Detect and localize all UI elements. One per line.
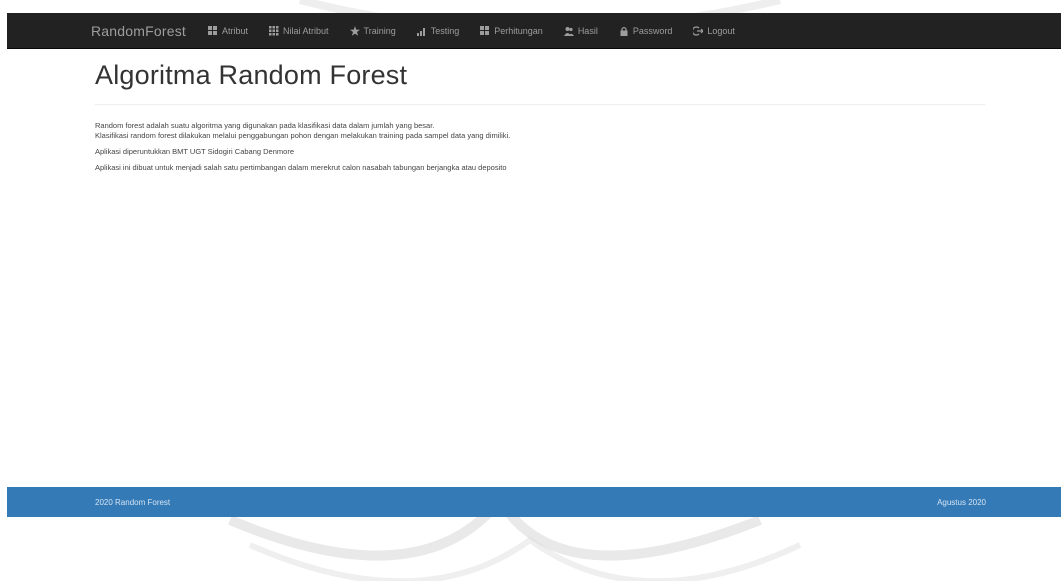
- nav-item-label: Logout: [707, 25, 735, 36]
- nav-item-label: Atribut: [222, 25, 249, 36]
- footer-date: Agustus 2020: [937, 497, 986, 507]
- logout-icon: [693, 25, 704, 36]
- nav-item-atribut[interactable]: Atribut: [208, 25, 249, 36]
- page-footer: 2020 Random Forest Agustus 2020: [7, 487, 1061, 517]
- nav-item-password[interactable]: Password: [619, 25, 673, 36]
- nav-item-training[interactable]: Training: [349, 25, 396, 36]
- paragraph-line: Random forest adalah suatu algoritma yan…: [95, 121, 435, 130]
- nav-item-testing[interactable]: Testing: [416, 25, 460, 36]
- paragraph-description: Random forest adalah suatu algoritma yan…: [95, 121, 985, 141]
- nav-item-label: Testing: [430, 25, 460, 36]
- title-divider: [95, 104, 985, 105]
- nav-item-perhitungan[interactable]: Perhitungan: [480, 25, 543, 36]
- navbar-brand[interactable]: RandomForest: [91, 23, 186, 39]
- paragraph-line: Aplikasi diperuntukkan BMT UGT Sidogiri …: [95, 147, 294, 156]
- nav-item-logout[interactable]: Logout: [693, 26, 735, 36]
- nav-item-label: Perhitungan: [494, 25, 543, 36]
- signal-icon: [416, 27, 425, 36]
- nav-item-label: Nilai Atribut: [283, 25, 329, 36]
- paragraph-purpose: Aplikasi ini dibuat untuk menjadi salah …: [95, 163, 985, 173]
- main-content: Algoritma Random Forest Random forest ad…: [95, 60, 985, 179]
- users-icon: [563, 26, 574, 36]
- nav-item-hasil[interactable]: Hasil: [563, 25, 598, 36]
- nav-item-label: Hasil: [577, 25, 598, 36]
- paragraph-target: Aplikasi diperuntukkan BMT UGT Sidogiri …: [95, 147, 985, 157]
- footer-copyright: 2020 Random Forest: [95, 497, 171, 507]
- nav-item-label: Training: [363, 25, 396, 36]
- list-icon: [269, 25, 279, 35]
- grid-icon: [208, 25, 217, 35]
- page-title: Algoritma Random Forest: [95, 60, 408, 90]
- top-navbar: RandomForest Atribut Nilai Atribut Train…: [7, 13, 1061, 49]
- paragraph-line: Klasifikasi random forest dilakukan mela…: [95, 131, 511, 140]
- star-icon: [349, 25, 360, 36]
- paragraph-line: Aplikasi ini dibuat untuk menjadi salah …: [95, 163, 507, 172]
- nav-item-label: Password: [632, 25, 673, 36]
- grid-icon: [480, 25, 490, 35]
- lock-icon: [620, 26, 628, 36]
- nav-item-nilai-atribut[interactable]: Nilai Atribut: [269, 25, 329, 36]
